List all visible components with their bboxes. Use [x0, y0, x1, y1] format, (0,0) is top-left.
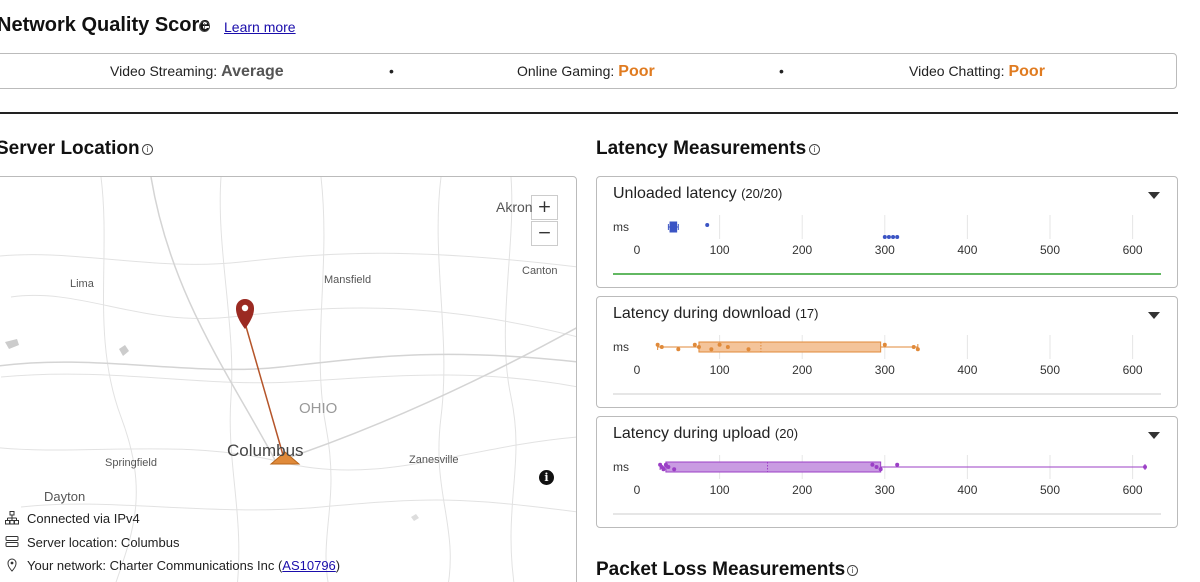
network-quality-title: Network Quality Score	[0, 14, 211, 36]
server-location-title: Server Location	[0, 138, 140, 159]
tick-label: 0	[634, 243, 641, 257]
outlier-point	[676, 347, 681, 352]
tick-label: 400	[957, 483, 977, 497]
tick-label: 400	[957, 363, 977, 377]
location-pin-icon	[5, 558, 19, 575]
connection-text: Connected via IPv4	[27, 511, 140, 526]
zoom-in-button[interactable]: +	[531, 195, 558, 220]
outlier-point	[725, 345, 730, 349]
outlier-point	[1142, 465, 1147, 469]
info-icon[interactable]: i	[809, 144, 820, 155]
zoom-out-button[interactable]: −	[531, 221, 558, 246]
map-label-columbus: Columbus	[227, 441, 304, 460]
tick-label: 400	[957, 243, 977, 257]
outlier-point	[882, 342, 887, 347]
tick-label: 600	[1123, 483, 1143, 497]
map-label-mansfield: Mansfield	[324, 274, 372, 286]
tick-label: 0	[634, 483, 641, 497]
outlier-point	[746, 347, 751, 352]
latency-chart: 0 100 200 300 400 500 600	[613, 335, 1161, 395]
latency-card-upload: Latency during upload (20) ms 0 100 200 300…	[596, 416, 1178, 528]
tick-label: 200	[792, 483, 812, 497]
connection-type: Connected via IPv4	[5, 511, 140, 528]
score-label: Video Streaming:	[110, 63, 218, 79]
packet-loss-title: Packet Loss Measurements	[596, 559, 846, 580]
separator: •	[779, 63, 784, 79]
outlier-point	[666, 465, 671, 469]
outlier-point	[655, 342, 660, 347]
box	[669, 221, 678, 233]
as-number-link[interactable]: AS10796	[282, 558, 336, 573]
tick-label: 600	[1123, 363, 1143, 377]
learn-more-link[interactable]: Learn more	[224, 19, 296, 35]
map-label-springfield: Springfield	[105, 457, 157, 469]
map-label-lima: Lima	[70, 278, 94, 290]
tick-label: 100	[710, 363, 730, 377]
tick-label: 300	[875, 483, 895, 497]
outlier-point	[886, 235, 891, 239]
tick-label: 100	[710, 243, 730, 257]
tick-label: 500	[1040, 243, 1060, 257]
score-label: Online Gaming:	[517, 63, 615, 79]
latency-chart: 0 100 200 300 400 500 600	[613, 215, 1161, 275]
network-info: Your network: Charter Communications Inc…	[5, 558, 340, 575]
score-video-streaming: Video Streaming: Average	[110, 63, 284, 81]
tick-label: 300	[875, 243, 895, 257]
score-value: Average	[221, 63, 284, 80]
score-video-chatting: Video Chatting: Poor	[909, 63, 1045, 81]
latency-card-download: Latency during download (17) ms 0 100 200 3…	[596, 296, 1178, 408]
score-label: Video Chatting:	[909, 63, 1005, 79]
box	[665, 461, 882, 473]
map-label-dayton: Dayton	[44, 489, 86, 504]
outlier-point	[895, 235, 900, 239]
outlier-point	[882, 235, 887, 239]
tick-label: 500	[1040, 483, 1060, 497]
info-icon[interactable]: i	[847, 565, 858, 576]
outlier-point	[717, 342, 722, 347]
section-divider	[0, 112, 1178, 114]
quality-score-bar: Video Streaming: Average • Online Gaming:…	[0, 53, 1177, 89]
outlier-point	[661, 467, 666, 472]
info-icon[interactable]: i	[142, 144, 153, 155]
map-label-zanesville: Zanesville	[409, 454, 459, 466]
tick-label: 100	[710, 483, 730, 497]
outlier-point	[870, 462, 875, 467]
outlier-point	[911, 345, 916, 349]
tick-label: 0	[634, 363, 641, 377]
score-value: Poor	[1008, 63, 1045, 80]
outlier-point	[709, 347, 714, 352]
tick-label: 600	[1123, 243, 1143, 257]
network-tree-icon	[5, 511, 19, 528]
score-value: Poor	[618, 63, 655, 80]
map-label-ohio: OHIO	[299, 400, 338, 417]
latency-title: Latency Measurements	[596, 138, 807, 159]
separator: •	[389, 63, 394, 79]
outlier-point	[705, 223, 710, 227]
map-info-icon[interactable]: i	[539, 470, 554, 485]
outlier-point	[874, 465, 879, 469]
outlier-point	[878, 467, 883, 472]
map-label-akron: Akron	[496, 199, 533, 215]
outlier-point	[895, 462, 900, 467]
map-label-canton: Canton	[522, 265, 558, 277]
latency-card-unloaded: Unloaded latency (20/20) ms 0 100 200 300 40…	[596, 176, 1178, 288]
outlier-point	[915, 347, 920, 352]
network-suffix: )	[335, 558, 341, 573]
tick-label: 500	[1040, 363, 1060, 377]
info-icon[interactable]: i	[199, 21, 210, 32]
score-online-gaming: Online Gaming: Poor	[517, 63, 655, 81]
tick-label: 300	[875, 363, 895, 377]
tick-label: 200	[792, 243, 812, 257]
outlier-point	[696, 345, 701, 349]
outlier-point	[692, 342, 697, 347]
server-location-text: Server location: Columbus	[27, 535, 180, 550]
server-icon	[5, 535, 19, 552]
latency-chart: 0 100 200 300 400 500 600	[613, 455, 1161, 515]
outlier-point	[672, 467, 677, 472]
server-location-info: Server location: Columbus	[5, 535, 179, 552]
tick-label: 200	[792, 363, 812, 377]
outlier-point	[891, 235, 896, 239]
outlier-point	[659, 345, 664, 349]
network-prefix: Your network: Charter Communications Inc…	[27, 558, 283, 573]
